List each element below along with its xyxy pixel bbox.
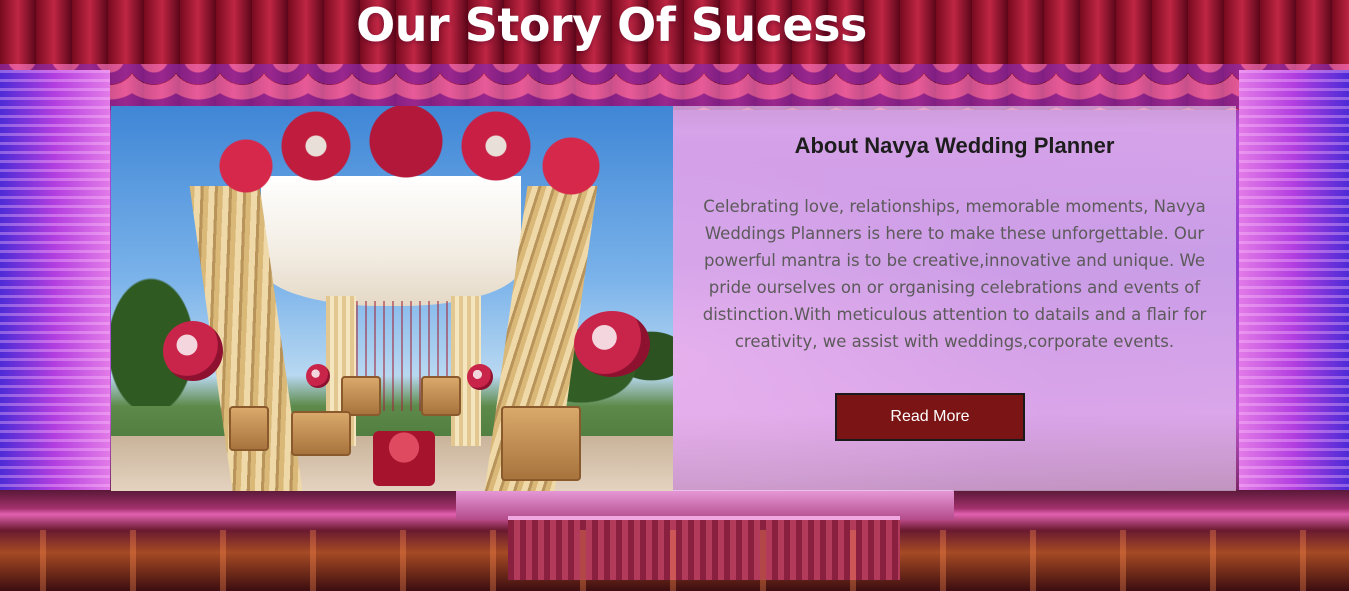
about-panel: About Navya Wedding Planner Celebrating … [673,106,1236,491]
wedding-mandap-photo [111,106,673,491]
section-title: Our Story Of Sucess [356,0,867,52]
stage-floor-lights [0,530,1349,591]
about-description: Celebrating love, relationships, memorab… [702,197,1207,351]
read-more-button[interactable]: Read More [835,393,1025,441]
about-card: About Navya Wedding Planner Celebrating … [111,106,1236,491]
stage-light-curtain-right [1239,70,1349,510]
about-heading: About Navya Wedding Planner [794,133,1115,158]
stage-light-curtain-left [0,70,110,510]
